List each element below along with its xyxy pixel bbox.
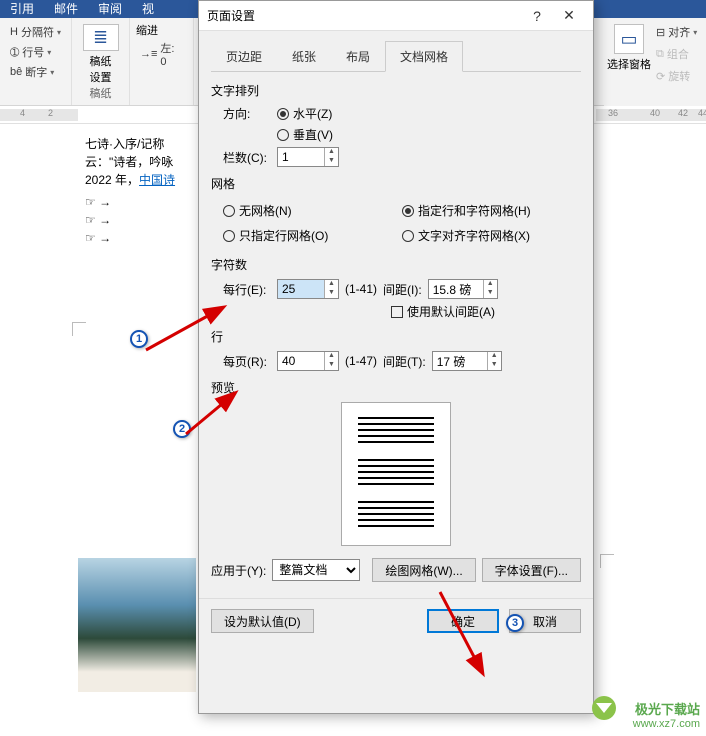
help-button[interactable]: ? bbox=[521, 8, 553, 24]
align-menu[interactable]: ⊟ 对齐 bbox=[652, 22, 701, 42]
page-corner bbox=[600, 554, 614, 568]
per-line-range: (1-41) bbox=[345, 282, 377, 296]
tab-mailings[interactable]: 邮件 bbox=[44, 0, 88, 18]
preview-heading: 预览 bbox=[211, 379, 581, 396]
tab-document-grid[interactable]: 文档网格 bbox=[385, 41, 463, 72]
use-default-spacing-check[interactable]: 使用默认间距(A) bbox=[391, 303, 495, 320]
manuscript-label: 稿纸设置 bbox=[90, 53, 112, 85]
manuscript-group-label: 稿纸 bbox=[90, 85, 112, 101]
tab-view[interactable]: 视 bbox=[132, 0, 164, 18]
group-menu: ⧉ 组合 bbox=[652, 44, 701, 64]
hyphenation-button[interactable]: bê断字 bbox=[6, 62, 65, 82]
radio-align-grid[interactable]: 文字对齐字符网格(X) bbox=[402, 223, 581, 248]
ribbon-right: ▭ 选择窗格 ⊟ 对齐 ⧉ 组合 ⟳ 旋转 bbox=[604, 18, 706, 106]
document-text: 七诗·入序/记称 云："诗者，吟咏 2022 年，中国诗 ☞ → ☞ → ☞ → bbox=[85, 135, 175, 247]
doc-link[interactable]: 中国诗 bbox=[139, 173, 175, 187]
watermark-icon bbox=[592, 696, 616, 720]
char-spacing-label: 间距(I): bbox=[383, 281, 422, 298]
apply-to-select[interactable]: 整篇文档 bbox=[272, 559, 360, 581]
image-thumbnail[interactable] bbox=[78, 558, 196, 692]
lines-heading: 行 bbox=[211, 328, 581, 345]
rotate-menu: ⟳ 旋转 bbox=[652, 66, 701, 86]
tab-layout[interactable]: 布局 bbox=[331, 41, 385, 71]
per-page-label: 每页(R): bbox=[223, 353, 271, 370]
font-settings-button[interactable]: 字体设置(F)... bbox=[482, 558, 581, 582]
grid-heading: 网格 bbox=[211, 175, 581, 192]
per-line-label: 每行(E): bbox=[223, 281, 271, 298]
radio-no-grid[interactable]: 无网格(N) bbox=[223, 198, 402, 223]
dialog-title: 页面设置 bbox=[207, 7, 521, 24]
dialog-tabs: 页边距 纸张 布局 文档网格 bbox=[211, 41, 581, 72]
preview-box bbox=[341, 402, 451, 546]
apply-to-label: 应用于(Y): bbox=[211, 562, 266, 579]
radio-horizontal[interactable]: 水平(Z) bbox=[277, 105, 332, 122]
watermark: 极光下载站 www.xz7.com bbox=[633, 702, 700, 732]
draw-grid-button[interactable]: 绘图网格(W)... bbox=[372, 558, 475, 582]
line-spacing-label: 间距(T): bbox=[383, 353, 426, 370]
breaks-button[interactable]: H分隔符 bbox=[6, 22, 65, 42]
page-setup-dialog: 页面设置 ? ✕ 页边距 纸张 布局 文档网格 文字排列 方向: 水平(Z) 垂… bbox=[198, 0, 594, 714]
indent-label: 缩进 bbox=[136, 22, 187, 38]
tab-margins[interactable]: 页边距 bbox=[211, 41, 277, 71]
line-numbers-button[interactable]: ➀行号 bbox=[6, 42, 65, 62]
radio-line-grid[interactable]: 只指定行网格(O) bbox=[223, 223, 402, 248]
tab-paper[interactable]: 纸张 bbox=[277, 41, 331, 71]
page-corner bbox=[72, 322, 86, 336]
lines-per-page-spinner[interactable]: ▲▼ bbox=[277, 351, 339, 371]
radio-line-char-grid[interactable]: 指定行和字符网格(H) bbox=[402, 198, 581, 223]
tab-references[interactable]: 引用 bbox=[0, 0, 44, 18]
text-arrange-heading: 文字排列 bbox=[211, 82, 581, 99]
columns-label: 栏数(C): bbox=[223, 149, 271, 166]
annotation-badge-1: 1 bbox=[130, 330, 148, 348]
char-spacing-spinner[interactable]: ▲▼ bbox=[428, 279, 498, 299]
annotation-badge-3: 3 bbox=[506, 614, 524, 632]
indent-left[interactable]: →≡ 左: 0 bbox=[136, 38, 187, 70]
per-page-range: (1-47) bbox=[345, 354, 377, 368]
set-default-button[interactable]: 设为默认值(D) bbox=[211, 609, 314, 633]
tab-review[interactable]: 审阅 bbox=[88, 0, 132, 18]
line-spacing-spinner[interactable]: ▲▼ bbox=[432, 351, 502, 371]
chars-per-line-spinner[interactable]: ▲▼ bbox=[277, 279, 339, 299]
selection-pane-label[interactable]: 选择窗格 bbox=[606, 56, 652, 72]
ok-button[interactable]: 确定 bbox=[427, 609, 499, 633]
selection-pane-icon[interactable]: ▭ bbox=[614, 24, 644, 54]
close-button[interactable]: ✕ bbox=[553, 7, 585, 24]
manuscript-icon[interactable]: ≣ bbox=[83, 24, 119, 51]
radio-vertical[interactable]: 垂直(V) bbox=[277, 126, 333, 143]
charcount-heading: 字符数 bbox=[211, 256, 581, 273]
direction-label: 方向: bbox=[223, 105, 271, 122]
columns-spinner[interactable]: ▲▼ bbox=[277, 147, 339, 167]
annotation-badge-2: 2 bbox=[173, 420, 191, 438]
